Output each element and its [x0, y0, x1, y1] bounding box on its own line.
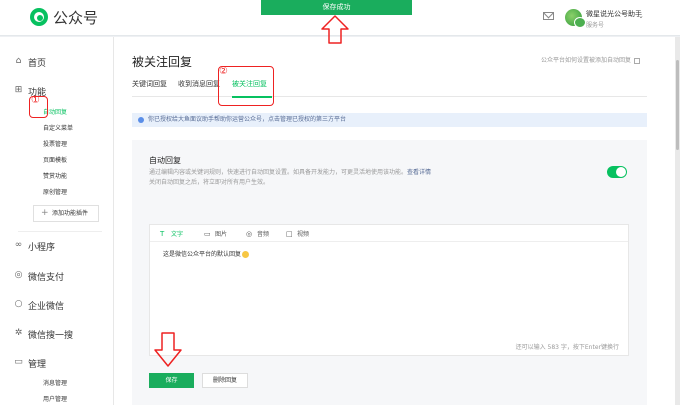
enterprise-icon: ○: [14, 299, 23, 309]
sidebar-item-home[interactable]: ⌂ 首页: [16, 56, 47, 70]
editor-tab-text[interactable]: T 文字: [160, 229, 183, 238]
tab-keyword-reply[interactable]: 关键词回复: [132, 79, 167, 89]
link-icon: ∞: [14, 240, 23, 250]
sidebar-subitem-appreciation[interactable]: 赞赏功能: [43, 171, 67, 180]
sidebar: ⌂ 首页 ⊞ 功能 自动回复 自定义菜单 投票管理 页面模板 赞赏功能 原创管理…: [0, 37, 113, 405]
manage-icon: ▭: [14, 357, 23, 367]
help-icon[interactable]: [634, 57, 641, 64]
auto-reply-toggle[interactable]: [607, 166, 627, 178]
editor-type-tabs: T 文字 ▭ 图片 ◎ 音频 □ 视频: [150, 225, 628, 242]
view-details-link[interactable]: 查看详情: [407, 169, 431, 176]
home-icon: ⌂: [15, 56, 22, 66]
sidebar-item-enterprise-wechat[interactable]: ○ 企业微信: [15, 299, 64, 313]
save-success-toast: 保存成功: [261, 0, 412, 15]
annotation-number-1: ①: [31, 95, 40, 106]
sidebar-subitem-page-template[interactable]: 页面模板: [43, 155, 67, 164]
editor-tab-video[interactable]: □ 视频: [286, 229, 309, 238]
sidebar-subitem-vote[interactable]: 投票管理: [43, 139, 67, 148]
delete-reply-button[interactable]: 删除回复: [202, 373, 248, 388]
annotation-number-2: ②: [219, 66, 228, 77]
sidebar-item-wechat-search[interactable]: ✲ 微信搜一搜: [15, 328, 73, 342]
reply-editor[interactable]: T 文字 ▭ 图片 ◎ 音频 □ 视频 这是微信公众平台的默认回复 还可以输入 583 …: [149, 224, 629, 356]
logo-text[interactable]: 公众号: [53, 7, 98, 28]
divider: [18, 231, 102, 232]
info-icon: [138, 117, 144, 123]
smile-emoji-icon: [242, 251, 250, 258]
sidebar-item-mini-program[interactable]: ∞ 小程序: [15, 240, 55, 254]
sidebar-subitem-custom-menu[interactable]: 自定义菜单: [43, 123, 73, 132]
account-type: 服务号: [586, 22, 605, 29]
search-star-icon: ✲: [14, 328, 23, 338]
text-icon: T: [160, 230, 165, 238]
image-icon: ▭: [204, 230, 211, 238]
plus-icon: +: [41, 208, 49, 218]
save-button[interactable]: 保存: [149, 373, 194, 388]
sidebar-item-wechat-pay[interactable]: ◎ 微信支付: [15, 270, 64, 284]
card-title: 自动回复: [149, 156, 181, 165]
editor-tab-audio[interactable]: ◎ 音频: [246, 229, 269, 238]
scrollbar-thumb[interactable]: [676, 60, 679, 150]
card-description: 通过编辑内容或关键词规则，快速进行自动回复设置。如具备开发能力，可更灵活地使用该…: [149, 169, 432, 186]
auto-reply-card: 自动回复 通过编辑内容或关键词规则，快速进行自动回复设置。如具备开发能力，可更灵…: [132, 140, 647, 405]
account-caret-icon[interactable]: ⌄: [638, 12, 644, 20]
tab-message-reply[interactable]: 收到消息回复: [178, 79, 220, 89]
reply-text-content[interactable]: 这是微信公众平台的默认回复: [163, 249, 250, 258]
grid-icon: ⊞: [14, 85, 23, 95]
sidebar-subitem-original[interactable]: 原创管理: [43, 187, 67, 196]
sidebar-item-label: 首页: [28, 59, 47, 69]
account-avatar[interactable]: [565, 9, 586, 28]
sidebar-subitem-messages[interactable]: 消息管理: [43, 378, 67, 387]
editor-tab-image[interactable]: ▭ 图片: [204, 229, 227, 238]
char-count: 还可以输入 583 字，按下Enter键换行: [515, 344, 619, 351]
add-plugin-button[interactable]: + 添加功能插件: [33, 205, 99, 222]
wechat-logo-icon[interactable]: [30, 8, 48, 26]
arrow-down-icon: [154, 332, 182, 367]
mail-icon[interactable]: [543, 12, 554, 20]
help-link[interactable]: 公众平台如何设置被添加自动回复: [541, 55, 641, 64]
video-icon: □: [286, 230, 293, 238]
authorization-notice: 你已授权给大鱼面议助手帮助你运营公众号，点击管理已授权的第三方平台: [132, 113, 647, 127]
page-title: 被关注回复: [132, 55, 193, 69]
sidebar-item-manage[interactable]: ▭ 管理: [14, 357, 46, 371]
audio-icon: ◎: [246, 230, 253, 238]
main-content: 被关注回复 公众平台如何设置被添加自动回复 关键词回复 收到消息回复 被关注回复…: [113, 37, 680, 405]
account-name[interactable]: 微星说光公号助手: [586, 9, 642, 19]
sidebar-subitem-users[interactable]: 用户管理: [43, 394, 67, 403]
pay-icon: ◎: [14, 270, 23, 280]
reply-tabs: 关键词回复 收到消息回复 被关注回复: [132, 77, 647, 98]
arrow-up-icon: [321, 15, 349, 44]
